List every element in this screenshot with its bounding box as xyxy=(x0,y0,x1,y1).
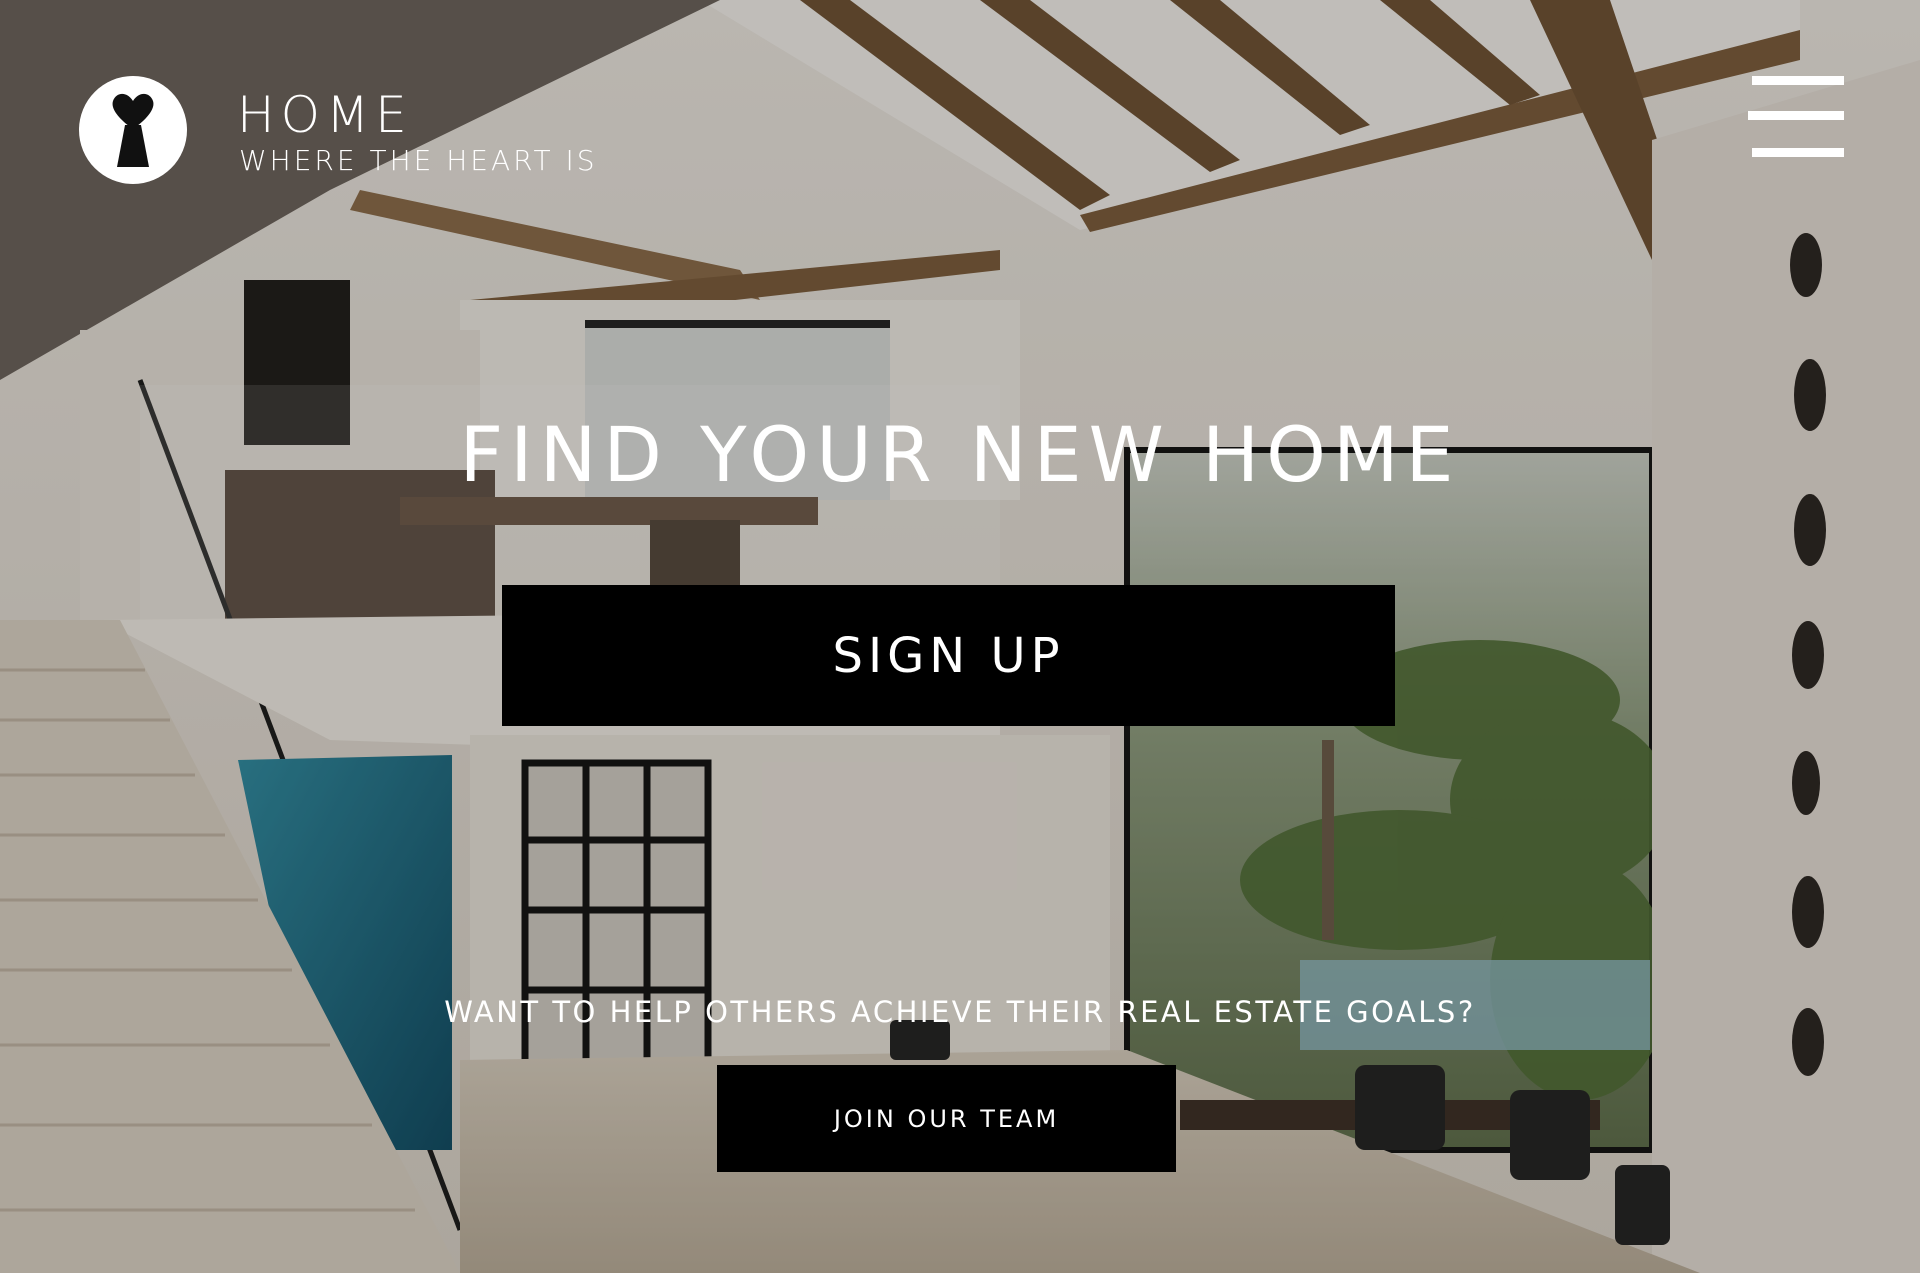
menu-line xyxy=(1752,148,1844,157)
sign-up-button[interactable]: SIGN UP xyxy=(502,585,1395,726)
brand-tagline: WHERE THE HEART IS xyxy=(239,144,598,177)
menu-line xyxy=(1752,76,1844,85)
team-prompt-text: WANT TO HELP OTHERS ACHIEVE THEIR REAL E… xyxy=(444,995,1476,1029)
hamburger-menu-icon[interactable] xyxy=(1748,74,1844,160)
keyhole-heart-icon xyxy=(112,93,154,167)
menu-line xyxy=(1748,111,1844,120)
join-our-team-button[interactable]: JOIN OUR TEAM xyxy=(717,1065,1176,1172)
brand-name: HOME xyxy=(237,86,413,144)
hero-headline: FIND YOUR NEW HOME xyxy=(459,410,1461,499)
logo-link[interactable] xyxy=(79,76,187,184)
